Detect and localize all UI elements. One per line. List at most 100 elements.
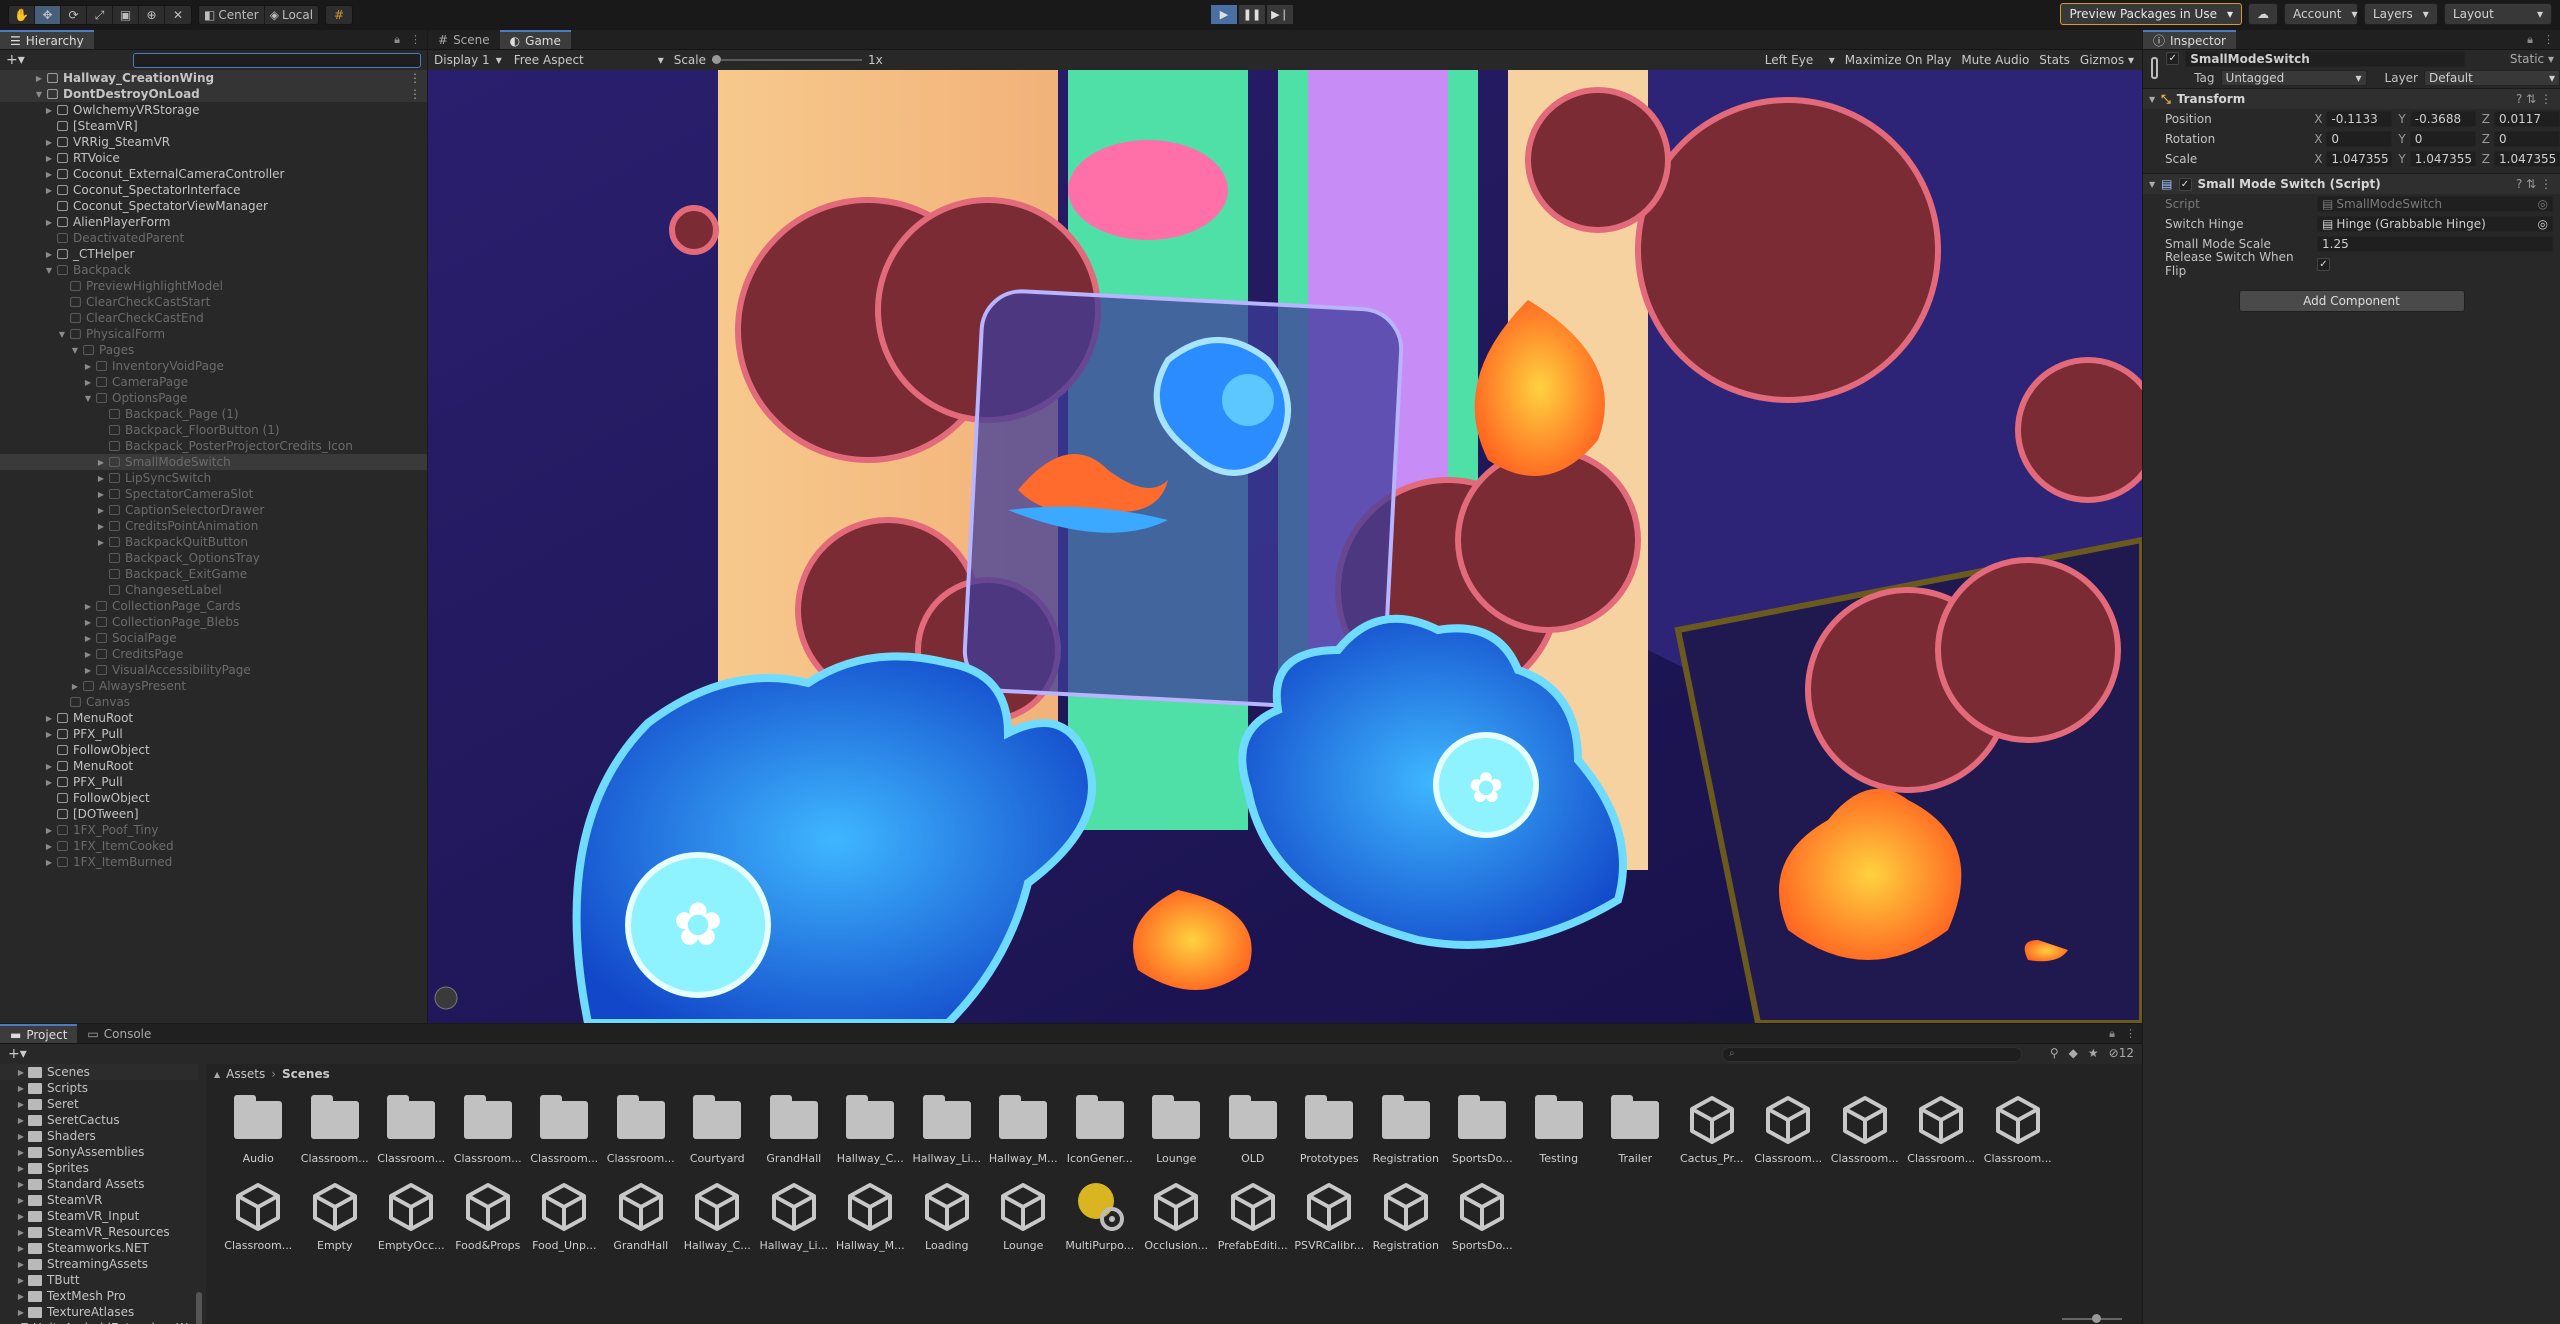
kebab-menu-icon[interactable]: ⋮ bbox=[2125, 1027, 2136, 1041]
foldout-arrow-icon[interactable]: ▶ bbox=[14, 1260, 28, 1269]
hierarchy-row[interactable]: [DOTween] bbox=[0, 806, 427, 822]
asset-scene[interactable]: Occlusion... bbox=[1138, 1179, 1215, 1252]
component-menu-icons[interactable]: ? ⇅ ⋮ bbox=[2516, 92, 2552, 106]
project-folder-item[interactable]: ▶ Shaders bbox=[0, 1128, 198, 1144]
asset-folder[interactable]: Audio bbox=[220, 1092, 297, 1165]
hierarchy-row[interactable]: ▼ Pages bbox=[0, 342, 427, 358]
icon-size-slider-knob[interactable] bbox=[2092, 1314, 2101, 1323]
play-button[interactable]: ▶ bbox=[1210, 4, 1238, 25]
kebab-menu-icon[interactable]: ⋮ bbox=[2543, 33, 2554, 47]
foldout-arrow-icon[interactable]: ▶ bbox=[14, 1292, 28, 1301]
foldout-arrow-icon[interactable]: ▼ bbox=[34, 90, 44, 99]
hierarchy-row[interactable]: ▶ PFX_Pull bbox=[0, 774, 427, 790]
scale-slider-track[interactable] bbox=[712, 55, 863, 64]
scale-slider-knob[interactable] bbox=[712, 55, 722, 64]
project-folder-item[interactable]: ▶ SteamVR bbox=[0, 1192, 198, 1208]
space-local-button[interactable]: ◈ Local bbox=[265, 6, 318, 24]
hierarchy-row[interactable]: ▶ CreditsPointAnimation bbox=[0, 518, 427, 534]
hierarchy-row[interactable]: ClearCheckCastEnd bbox=[0, 310, 427, 326]
foldout-arrow-icon[interactable]: ▶ bbox=[83, 618, 93, 627]
hierarchy-row[interactable]: Backpack_FloorButton (1) bbox=[0, 422, 427, 438]
hierarchy-row[interactable]: ▶ AlienPlayerForm bbox=[0, 214, 427, 230]
scale-tool-icon[interactable]: ⤢ bbox=[87, 6, 113, 24]
asset-folder[interactable]: Lounge bbox=[1138, 1092, 1215, 1165]
asset-scene[interactable]: Empty bbox=[297, 1179, 374, 1252]
layout-dropdown[interactable]: Layout ▾ bbox=[2444, 3, 2552, 25]
foldout-arrow-icon[interactable]: ▶ bbox=[14, 1244, 28, 1253]
asset-scene[interactable]: Cactus_Pr... bbox=[1674, 1092, 1751, 1165]
script-enabled-checkbox[interactable]: ✓ bbox=[2178, 177, 2192, 191]
tag-dropdown[interactable]: Untagged ▾ bbox=[2220, 69, 2367, 86]
hierarchy-scene-row[interactable]: ▼ DontDestroyOnLoad ⋮ bbox=[0, 86, 427, 102]
tab-console[interactable]: ▭ Console bbox=[77, 1024, 161, 1043]
foldout-arrow-icon[interactable]: ▶ bbox=[44, 842, 54, 851]
account-dropdown[interactable]: Account ▾ bbox=[2284, 3, 2358, 25]
asset-scene[interactable]: Registration bbox=[1368, 1179, 1445, 1252]
tree-scrollbar[interactable] bbox=[196, 1292, 202, 1324]
aspect-dropdown[interactable]: Free Aspect ▾ bbox=[514, 53, 664, 67]
hierarchy-row[interactable]: ▶ CameraPage bbox=[0, 374, 427, 390]
lock-icon[interactable]: 🔒︎ bbox=[2109, 1027, 2115, 1041]
pause-button[interactable]: ❚❚ bbox=[1238, 4, 1266, 25]
tab-hierarchy[interactable]: ☰ Hierarchy bbox=[0, 30, 94, 49]
hierarchy-row[interactable]: Backpack_Page (1) bbox=[0, 406, 427, 422]
asset-folder[interactable]: Prototypes bbox=[1291, 1092, 1368, 1165]
foldout-arrow-icon[interactable]: ▶ bbox=[44, 714, 54, 723]
gizmos-dropdown[interactable]: Gizmos ▾ bbox=[2080, 53, 2134, 67]
asset-folder[interactable]: IconGener... bbox=[1062, 1092, 1139, 1165]
preview-packages-dropdown[interactable]: Preview Packages in Use ▾ bbox=[2060, 3, 2242, 25]
foldout-arrow-icon[interactable]: ▶ bbox=[83, 650, 93, 659]
foldout-arrow-icon[interactable]: ▼ bbox=[57, 330, 67, 339]
asset-scene[interactable]: Loading bbox=[909, 1179, 986, 1252]
hierarchy-row[interactable]: ▶ OwlchemyVRStorage bbox=[0, 102, 427, 118]
project-folder-item[interactable]: ▶ Seret bbox=[0, 1096, 198, 1112]
hierarchy-row[interactable]: ▼ Backpack bbox=[0, 262, 427, 278]
hand-tool-icon[interactable]: ✋ bbox=[9, 6, 35, 24]
asset-folder[interactable]: Hallway_Li... bbox=[909, 1092, 986, 1165]
foldout-arrow-icon[interactable]: ▼ bbox=[70, 346, 80, 355]
foldout-arrow-icon[interactable]: ▶ bbox=[44, 762, 54, 771]
hierarchy-row[interactable]: PreviewHighlightModel bbox=[0, 278, 427, 294]
project-folder-item[interactable]: ▶ SteamVR_Input bbox=[0, 1208, 198, 1224]
project-folder-item[interactable]: ▶ SonyAssemblies bbox=[0, 1144, 198, 1160]
transform-component-header[interactable]: ▼ ⤡ Transform ? ⇅ ⋮ bbox=[2143, 88, 2560, 109]
tab-scene[interactable]: # Scene bbox=[428, 30, 500, 49]
hierarchy-row[interactable]: ▶ CollectionPage_Cards bbox=[0, 598, 427, 614]
asset-folder[interactable]: Classroom... bbox=[603, 1092, 680, 1165]
asset-folder[interactable]: Classroom... bbox=[526, 1092, 603, 1165]
foldout-arrow-icon[interactable]: ▶ bbox=[44, 170, 54, 179]
hierarchy-row[interactable]: ▶ SmallModeSwitch bbox=[0, 454, 427, 470]
lock-icon[interactable]: 🔒︎ bbox=[394, 33, 400, 47]
rect-tool-icon[interactable]: ▣ bbox=[113, 6, 139, 24]
custom-tool-icon[interactable]: ✕ bbox=[165, 6, 191, 24]
hierarchy-row[interactable]: ▶ InventoryVoidPage bbox=[0, 358, 427, 374]
add-icon[interactable]: +▾ bbox=[6, 52, 25, 68]
project-folder-item[interactable]: ▶ TextureAtlases bbox=[0, 1304, 198, 1320]
grid-snap-icon[interactable]: # bbox=[326, 6, 352, 24]
script-component-header[interactable]: ▼ ▤ ✓ Small Mode Switch (Script) ? ⇅ ⋮ bbox=[2143, 173, 2560, 194]
hierarchy-scene-row[interactable]: ▶ Hallway_CreationWing ⋮ bbox=[0, 70, 427, 86]
foldout-arrow-icon[interactable]: ▶ bbox=[14, 1116, 28, 1125]
project-folder-item[interactable]: ▶ Standard Assets bbox=[0, 1176, 198, 1192]
foldout-arrow-icon[interactable]: ▶ bbox=[44, 858, 54, 867]
project-folder-item[interactable]: ▶ Scenes bbox=[0, 1064, 198, 1080]
asset-folder[interactable]: Classroom... bbox=[297, 1092, 374, 1165]
filter-label-icon[interactable]: ◆ bbox=[2069, 1046, 2078, 1060]
foldout-arrow-icon[interactable]: ▶ bbox=[44, 138, 54, 147]
hierarchy-row[interactable]: ▼ OptionsPage bbox=[0, 390, 427, 406]
hidden-count-badge[interactable]: ⊘12 bbox=[2109, 1046, 2134, 1060]
step-button[interactable]: ▶❘ bbox=[1266, 4, 1294, 25]
asset-folder[interactable]: Testing bbox=[1521, 1092, 1598, 1165]
switch-hinge-field[interactable]: ▤ Hinge (Grabbable Hinge) ◎ bbox=[2317, 216, 2553, 232]
position-y-field[interactable]: -0.3688 bbox=[2409, 111, 2476, 127]
foldout-arrow-icon[interactable]: ▶ bbox=[83, 362, 93, 371]
project-folder-item[interactable]: ▶ TButt bbox=[0, 1272, 198, 1288]
foldout-arrow-icon[interactable]: ▶ bbox=[14, 1100, 28, 1109]
scale-y-field[interactable]: 1.047355 bbox=[2409, 151, 2476, 167]
mute-audio-toggle[interactable]: Mute Audio bbox=[1961, 53, 2029, 67]
asset-folder[interactable]: OLD bbox=[1215, 1092, 1292, 1165]
foldout-arrow-icon[interactable]: ▶ bbox=[96, 458, 106, 467]
favorite-star-icon[interactable]: ★ bbox=[2088, 1046, 2099, 1060]
foldout-arrow-icon[interactable]: ▶ bbox=[14, 1132, 28, 1141]
asset-scene[interactable]: Classroom... bbox=[1750, 1092, 1827, 1165]
